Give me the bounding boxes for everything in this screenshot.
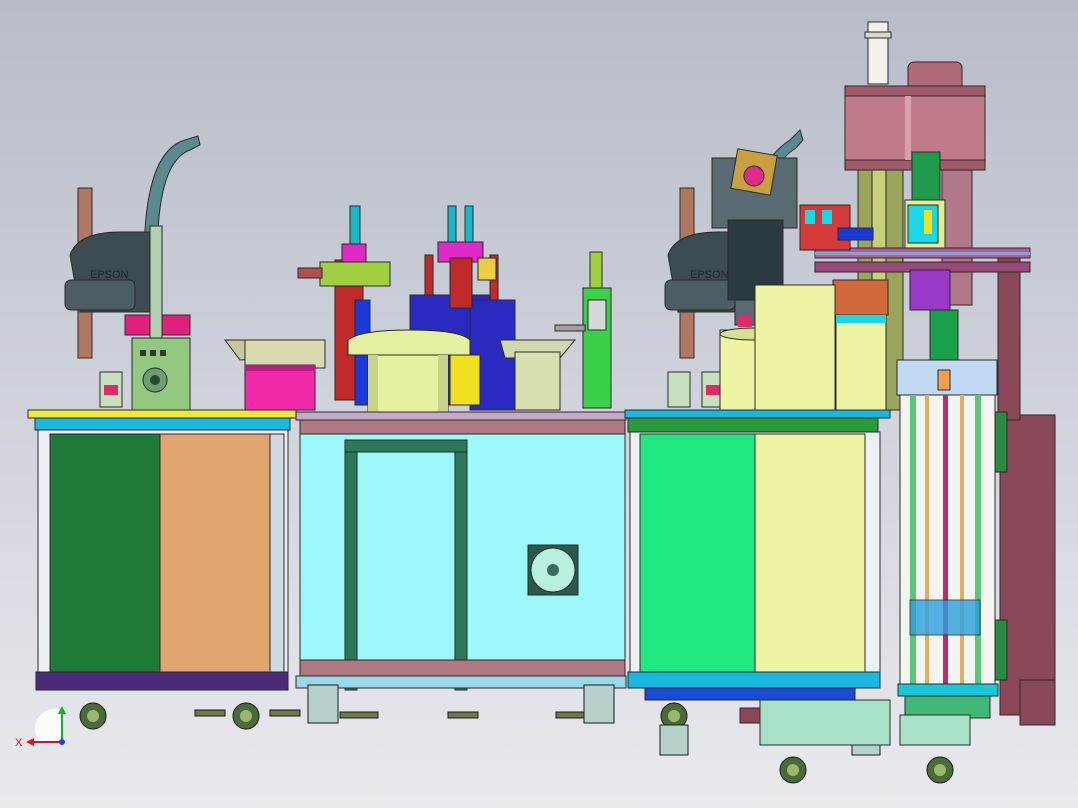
axis-x-label: X	[15, 737, 23, 749]
machine-assembly-model: EPSON EPSON X	[15, 21, 1056, 784]
cabinet-middle	[295, 411, 627, 691]
screw-station	[554, 251, 612, 409]
robot-brand-label-right: EPSON	[690, 269, 729, 281]
casters-and-feet	[79, 684, 971, 784]
cabinet-left	[27, 409, 297, 691]
scara-robot-left: EPSON	[64, 135, 201, 411]
right-column	[994, 249, 1056, 726]
cabinet-right	[624, 409, 891, 701]
lift-module	[896, 359, 999, 719]
axis-triad: X	[15, 706, 66, 749]
vibratory-feeder-pink	[224, 339, 326, 411]
robot-brand-label-left: EPSON	[90, 269, 129, 281]
cad-viewport[interactable]: EPSON EPSON X	[0, 0, 1078, 808]
